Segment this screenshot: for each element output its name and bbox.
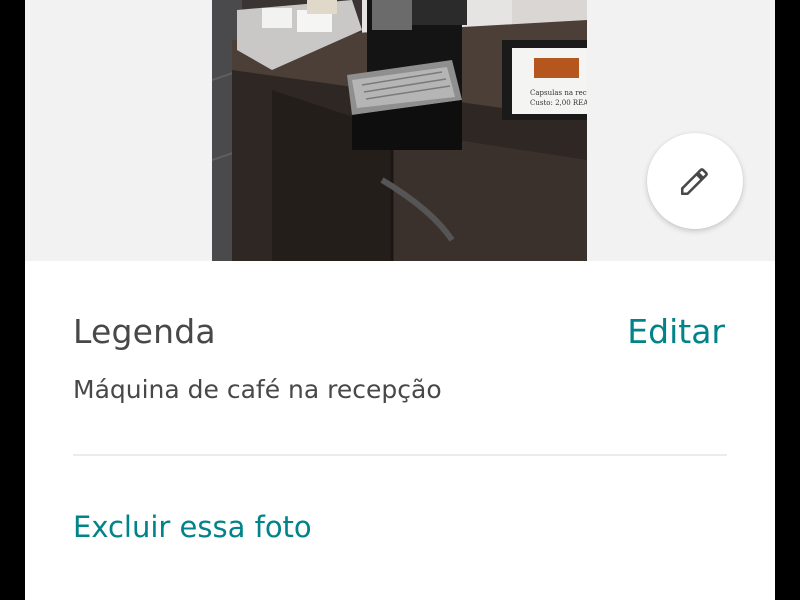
photo-area: Capsulas na recepção Custo: 2,00 REAIS xyxy=(25,0,775,261)
sign-line2: Custo: 2,00 REAIS xyxy=(530,99,587,107)
pencil-icon xyxy=(680,168,708,196)
coffee-machine-photo: Capsulas na recepção Custo: 2,00 REAIS xyxy=(212,0,587,261)
caption-heading: Legenda xyxy=(73,312,216,351)
edit-caption-link[interactable]: Editar xyxy=(627,312,725,351)
divider xyxy=(73,454,727,456)
sign-line1: Capsulas na recepção xyxy=(530,89,587,97)
photo[interactable]: Capsulas na recepção Custo: 2,00 REAIS xyxy=(212,0,587,261)
edit-photo-button[interactable] xyxy=(647,133,743,229)
delete-photo-link[interactable]: Excluir essa foto xyxy=(73,510,312,544)
caption-text: Máquina de café na recepção xyxy=(73,375,442,404)
photo-detail-sheet: Capsulas na recepção Custo: 2,00 REAIS L… xyxy=(25,0,775,600)
